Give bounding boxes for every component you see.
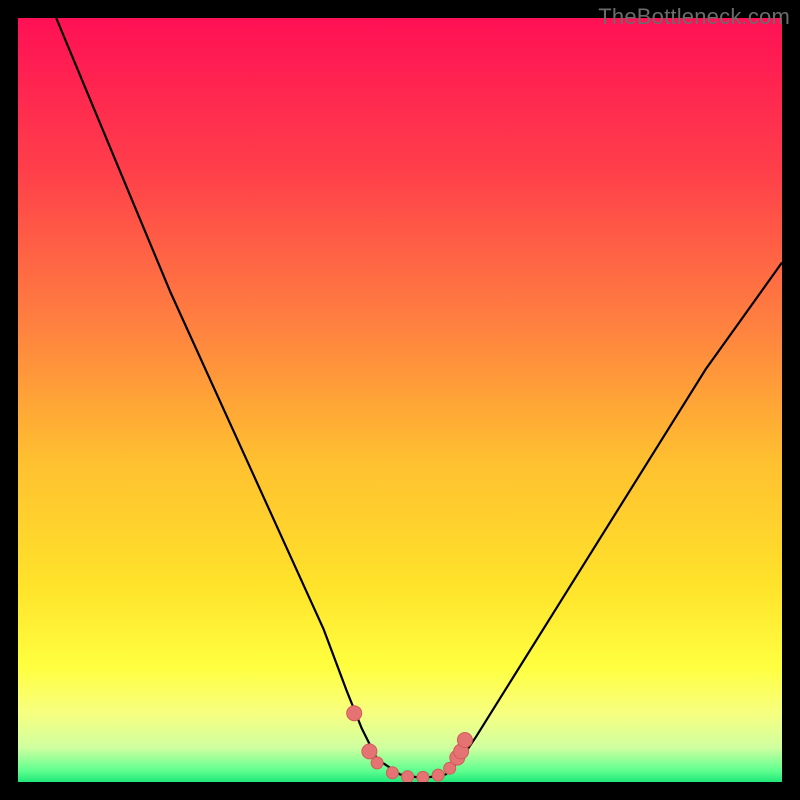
curve-marker [362,744,377,759]
curve-marker [347,706,362,721]
curve-marker [386,767,398,779]
plot-frame [18,18,782,782]
marker-group [347,706,473,782]
curve-marker [417,771,429,782]
curve-marker [457,733,472,748]
curve-marker [371,757,383,769]
watermark-text: TheBottleneck.com [598,4,790,30]
curve-marker [402,771,414,782]
curve-layer [18,18,782,782]
bottleneck-curve [56,18,782,778]
curve-marker [432,769,444,781]
